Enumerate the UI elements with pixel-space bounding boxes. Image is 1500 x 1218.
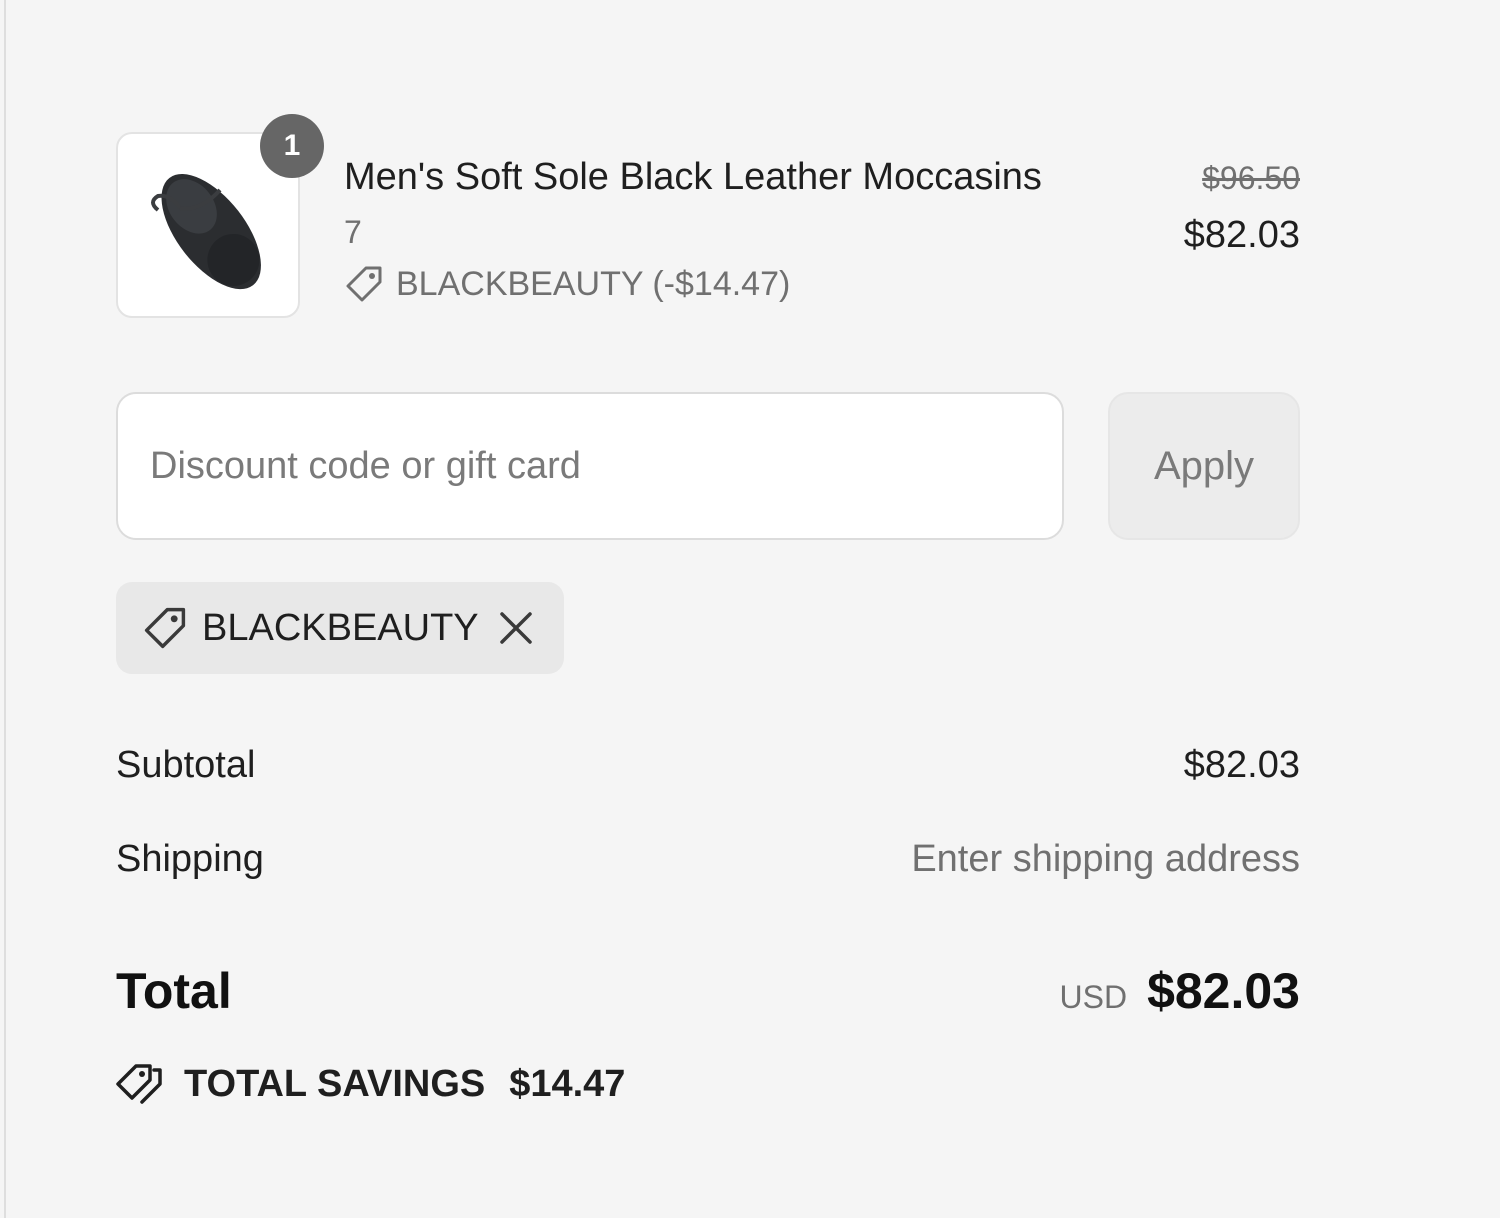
total-row: Total USD $82.03 bbox=[116, 962, 1300, 1020]
tag-icon bbox=[144, 607, 186, 649]
applied-code-label: BLACKBEAUTY bbox=[202, 606, 479, 649]
total-label: Total bbox=[116, 963, 232, 1019]
product-thumbnail: 1 bbox=[116, 114, 324, 318]
line-discount: BLACKBEAUTY (-$14.47) bbox=[344, 264, 790, 304]
shipping-value: Enter shipping address bbox=[911, 838, 1300, 880]
shipping-label: Shipping bbox=[116, 838, 264, 880]
shipping-row: Shipping Enter shipping address bbox=[116, 838, 1300, 881]
subtotal-row: Subtotal $82.03 bbox=[116, 744, 1300, 787]
currency-code: USD bbox=[1059, 979, 1128, 1015]
total-savings: TOTAL SAVINGS $14.47 bbox=[116, 1060, 625, 1108]
moccasin-image bbox=[151, 174, 261, 290]
total-amount: USD $82.03 bbox=[1060, 962, 1301, 1020]
panel-divider bbox=[4, 0, 6, 1218]
order-summary: 1 Men's Soft Sole Black Leather Moccasin… bbox=[116, 0, 1300, 1218]
apply-button[interactable]: Apply bbox=[1108, 392, 1300, 540]
discounted-price: $82.03 bbox=[1183, 214, 1300, 256]
subtotal-label: Subtotal bbox=[116, 744, 256, 786]
line-discount-text: BLACKBEAUTY (-$14.47) bbox=[396, 264, 791, 303]
close-icon[interactable] bbox=[498, 610, 534, 646]
product-title: Men's Soft Sole Black Leather Moccasins bbox=[344, 156, 1042, 198]
quantity-badge: 1 bbox=[260, 114, 324, 178]
original-price: $96.50 bbox=[1202, 160, 1300, 196]
tag-icon bbox=[346, 266, 382, 302]
discount-code-input[interactable] bbox=[116, 392, 1064, 540]
tags-icon bbox=[116, 1064, 162, 1104]
savings-value: $14.47 bbox=[509, 1062, 626, 1105]
line-item: 1 Men's Soft Sole Black Leather Moccasin… bbox=[116, 114, 1300, 322]
product-variant: 7 bbox=[344, 214, 362, 250]
total-value: $82.03 bbox=[1147, 963, 1300, 1019]
subtotal-value: $82.03 bbox=[1183, 744, 1300, 786]
applied-code-chip: BLACKBEAUTY bbox=[116, 582, 564, 674]
savings-label: TOTAL SAVINGS bbox=[184, 1062, 486, 1105]
